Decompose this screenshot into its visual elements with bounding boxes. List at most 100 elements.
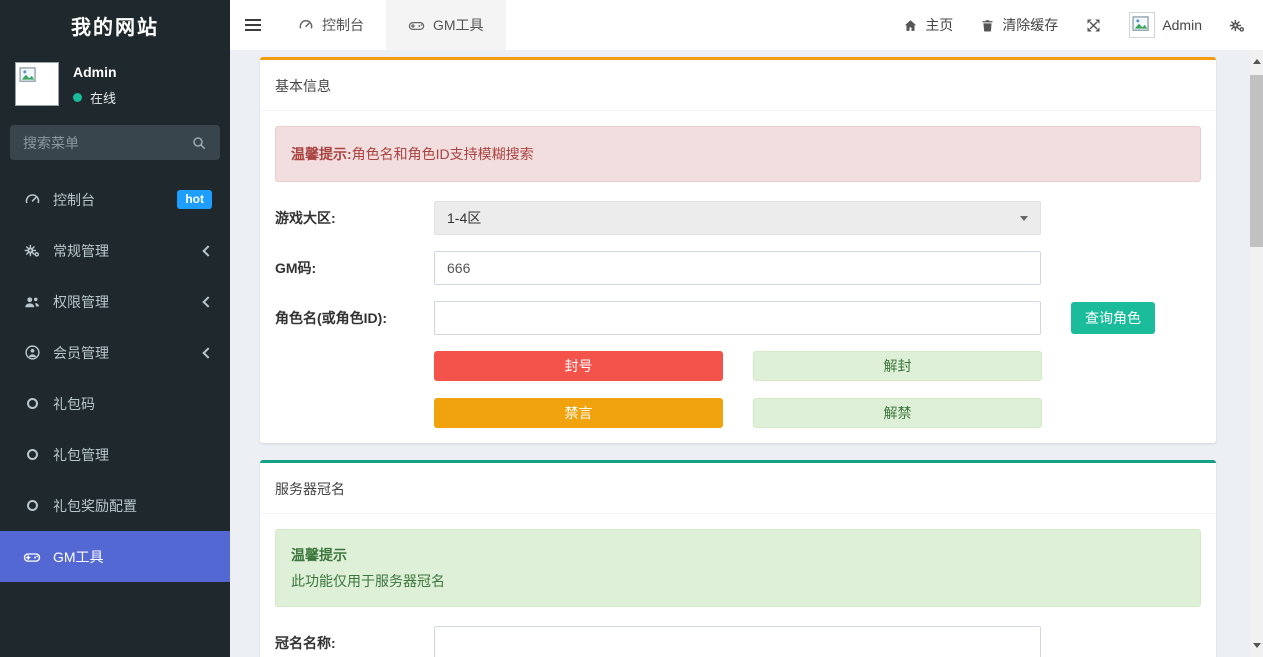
alert-text: 此功能仅用于服务器冠名 bbox=[291, 571, 1185, 591]
dashboard-icon bbox=[22, 191, 42, 208]
server-naming-card: 服务器冠名 温馨提示 此功能仅用于服务器冠名 冠名名称: bbox=[260, 460, 1216, 657]
settings-button[interactable] bbox=[1229, 17, 1246, 34]
vertical-scrollbar[interactable] bbox=[1250, 50, 1263, 657]
circle-icon bbox=[22, 500, 42, 511]
zone-row: 游戏大区: 1-4区 bbox=[275, 201, 1201, 235]
circle-icon bbox=[22, 398, 42, 409]
user-menu[interactable]: Admin bbox=[1129, 12, 1202, 38]
role-row: 角色名(或角色ID): 查询角色 bbox=[275, 301, 1201, 335]
alert-text: 角色名和角色ID支持模糊搜索 bbox=[352, 146, 534, 162]
tab-gm-tools[interactable]: GM工具 bbox=[386, 0, 506, 50]
user-panel: Admin 在线 bbox=[0, 50, 230, 109]
user-status: 在线 bbox=[73, 88, 117, 107]
server-naming-alert: 温馨提示 此功能仅用于服务器冠名 bbox=[275, 529, 1201, 607]
user-status-label: 在线 bbox=[90, 88, 116, 107]
home-link[interactable]: 主页 bbox=[903, 15, 953, 35]
chevron-left-icon bbox=[202, 245, 213, 256]
scroll-down-arrow-icon[interactable] bbox=[1250, 639, 1263, 652]
gears-icon bbox=[1229, 17, 1246, 34]
sidebar-item-label: 权限管理 bbox=[53, 292, 109, 312]
sidebar-item-permissions[interactable]: 权限管理 bbox=[0, 276, 230, 327]
gears-icon bbox=[22, 242, 42, 259]
clear-cache-link[interactable]: 清除缓存 bbox=[980, 15, 1058, 35]
navbar-right: 主页 清除缓存 bbox=[903, 0, 1263, 50]
sidebar-item-label: 控制台 bbox=[53, 190, 95, 210]
fuzzy-search-alert: 温馨提示:角色名和角色ID支持模糊搜索 bbox=[275, 126, 1201, 182]
gamepad-icon bbox=[408, 17, 425, 34]
navbar-user-label: Admin bbox=[1162, 17, 1202, 33]
role-label: 角色名(或角色ID): bbox=[275, 308, 434, 328]
sidebar-item-gift-code[interactable]: 礼包码 bbox=[0, 378, 230, 429]
home-label: 主页 bbox=[925, 15, 953, 35]
circle-icon bbox=[22, 449, 42, 460]
sidebar-item-label: 礼包管理 bbox=[53, 445, 109, 465]
fullscreen-button[interactable] bbox=[1085, 17, 1102, 34]
fullscreen-icon bbox=[1085, 17, 1102, 34]
zone-select[interactable]: 1-4区 bbox=[434, 201, 1041, 235]
chevron-left-icon bbox=[202, 296, 213, 307]
sidebar-item-gm-tools[interactable]: GM工具 bbox=[0, 531, 230, 582]
site-title: 我的网站 bbox=[0, 0, 230, 50]
content-area: 基本信息 温馨提示:角色名和角色ID支持模糊搜索 游戏大区: 1-4区 GM码: bbox=[230, 50, 1263, 657]
scroll-up-arrow-icon[interactable] bbox=[1250, 55, 1263, 68]
users-icon bbox=[22, 293, 42, 311]
sidebar-item-label: 礼包奖励配置 bbox=[53, 496, 137, 516]
app-root: 我的网站 Admin 在线 搜索菜单 bbox=[0, 0, 1263, 657]
sidebar-item-label: 礼包码 bbox=[53, 394, 95, 414]
tab-label: GM工具 bbox=[433, 15, 484, 35]
gm-code-row: GM码: bbox=[275, 251, 1201, 285]
gm-code-input[interactable] bbox=[434, 251, 1041, 285]
gm-code-label: GM码: bbox=[275, 258, 434, 278]
unban-button[interactable]: 解封 bbox=[753, 351, 1042, 381]
zone-select-value: 1-4区 bbox=[447, 208, 481, 228]
crown-name-row: 冠名名称: bbox=[275, 626, 1201, 657]
broken-image-icon bbox=[1131, 14, 1153, 34]
ban-button[interactable]: 封号 bbox=[434, 351, 723, 381]
crown-name-input[interactable] bbox=[434, 626, 1041, 657]
gamepad-icon bbox=[22, 548, 42, 566]
search-icon[interactable] bbox=[191, 135, 207, 151]
role-input[interactable] bbox=[434, 301, 1041, 335]
top-navbar: 控制台 GM工具 bbox=[230, 0, 1263, 50]
basic-info-card: 基本信息 温馨提示:角色名和角色ID支持模糊搜索 游戏大区: 1-4区 GM码: bbox=[260, 57, 1216, 443]
alert-bold: 温馨提示: bbox=[291, 146, 352, 162]
tab-label: 控制台 bbox=[322, 15, 364, 35]
online-dot-icon bbox=[73, 93, 82, 102]
caret-down-icon bbox=[1020, 216, 1028, 221]
dashboard-icon bbox=[298, 17, 314, 33]
tab-dashboard[interactable]: 控制台 bbox=[276, 0, 386, 50]
user-icon bbox=[22, 344, 42, 361]
broken-image-icon bbox=[18, 65, 56, 85]
sidebar-item-gift-reward-config[interactable]: 礼包奖励配置 bbox=[0, 480, 230, 531]
sidebar-item-general[interactable]: 常规管理 bbox=[0, 225, 230, 276]
zone-label: 游戏大区: bbox=[275, 208, 434, 228]
card-title: 基本信息 bbox=[260, 60, 1216, 111]
sidebar-menu: 控制台 hot 常规管理 bbox=[0, 174, 230, 582]
unmute-button[interactable]: 解禁 bbox=[753, 398, 1042, 428]
clear-cache-label: 清除缓存 bbox=[1002, 15, 1058, 35]
sidebar-item-dashboard[interactable]: 控制台 hot bbox=[0, 174, 230, 225]
sidebar-toggle-button[interactable] bbox=[230, 0, 276, 50]
sidebar: 我的网站 Admin 在线 搜索菜单 bbox=[0, 0, 230, 657]
card-title: 服务器冠名 bbox=[260, 463, 1216, 514]
sidebar-item-label: 会员管理 bbox=[53, 343, 109, 363]
alert-bold: 温馨提示 bbox=[291, 547, 347, 563]
trash-icon bbox=[980, 18, 995, 33]
scrollbar-thumb[interactable] bbox=[1250, 75, 1263, 247]
sidebar-item-gift-manage[interactable]: 礼包管理 bbox=[0, 429, 230, 480]
sidebar-search-input[interactable]: 搜索菜单 bbox=[10, 125, 220, 160]
chevron-left-icon bbox=[202, 347, 213, 358]
hot-badge: hot bbox=[177, 190, 212, 209]
main-area: 控制台 GM工具 bbox=[230, 0, 1263, 657]
sidebar-search-placeholder: 搜索菜单 bbox=[23, 133, 79, 153]
sidebar-item-label: 常规管理 bbox=[53, 241, 109, 261]
crown-name-label: 冠名名称: bbox=[275, 633, 434, 653]
navbar-avatar bbox=[1129, 12, 1155, 38]
sidebar-item-members[interactable]: 会员管理 bbox=[0, 327, 230, 378]
mute-button[interactable]: 禁言 bbox=[434, 398, 723, 428]
query-role-button[interactable]: 查询角色 bbox=[1071, 302, 1155, 334]
home-icon bbox=[903, 18, 918, 33]
avatar bbox=[15, 62, 59, 106]
user-name: Admin bbox=[73, 64, 117, 80]
sidebar-item-label: GM工具 bbox=[53, 547, 104, 567]
